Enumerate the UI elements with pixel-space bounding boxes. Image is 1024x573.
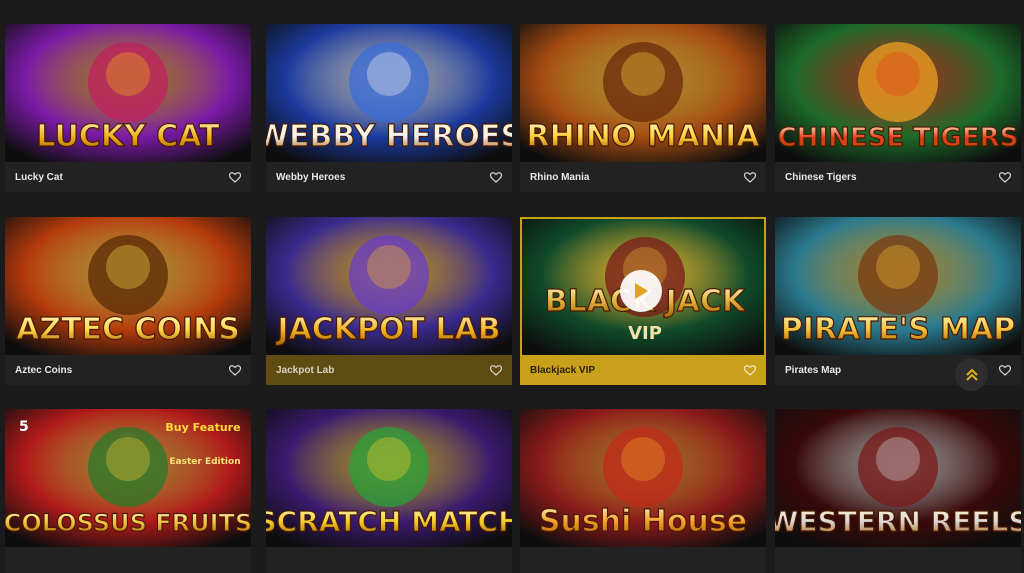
game-caption: Chinese Tigers — [775, 162, 1021, 192]
game-caption: Webby Heroes — [266, 162, 512, 192]
game-thumbnail[interactable]: WEBBY HEROES — [266, 24, 512, 162]
game-name[interactable]: Pirates Map — [785, 365, 841, 376]
heart-outline-icon[interactable] — [489, 171, 503, 183]
game-caption: Blackjack VIP — [520, 355, 766, 385]
game-thumbnail[interactable]: JACKPOT LAB — [266, 217, 512, 355]
game-title-art: WESTERN REELS — [775, 505, 1021, 538]
game-card[interactable]: Sushi House — [520, 409, 766, 573]
game-artwork: JACKPOT LAB — [266, 217, 512, 355]
game-title-art: PIRATE'S MAP — [781, 312, 1015, 347]
colossus-number-badge: 5 — [19, 419, 29, 435]
game-card[interactable]: PIRATE'S MAP Pirates Map — [775, 217, 1021, 385]
game-title-art: LUCKY CAT — [36, 119, 220, 154]
edition-badge: Easter Edition — [169, 457, 240, 467]
play-button[interactable] — [620, 270, 662, 312]
game-subtitle-art: VIP — [628, 323, 662, 344]
game-thumbnail[interactable]: Sushi House — [520, 409, 766, 547]
game-name[interactable]: Jackpot Lab — [276, 365, 334, 376]
game-artwork: SCRATCH MATCH — [266, 409, 512, 547]
heart-outline-icon[interactable] — [998, 171, 1012, 183]
heart-outline-icon[interactable] — [743, 364, 757, 376]
game-name[interactable]: Lucky Cat — [15, 172, 63, 183]
scroll-to-top-button[interactable] — [955, 358, 988, 391]
game-title-art: WEBBY HEROES — [266, 119, 512, 154]
game-thumbnail[interactable]: SCRATCH MATCH — [266, 409, 512, 547]
game-card[interactable]: LUCKY CAT Lucky Cat — [5, 24, 251, 192]
game-card[interactable]: AZTEC COINS Aztec Coins — [5, 217, 251, 385]
game-card[interactable]: WESTERN REELS — [775, 409, 1021, 573]
game-thumbnail[interactable]: LUCKY CAT — [5, 24, 251, 162]
heart-outline-icon[interactable] — [228, 364, 242, 376]
game-thumbnail[interactable]: AZTEC COINS — [5, 217, 251, 355]
game-card[interactable]: RHINO MANIA Rhino Mania — [520, 24, 766, 192]
game-caption: Jackpot Lab — [266, 355, 512, 385]
game-thumbnail[interactable]: RHINO MANIA — [520, 24, 766, 162]
game-artwork: COLOSSUS FRUITS Buy Feature 5 Easter Editio… — [5, 409, 251, 547]
game-artwork: CHINESE TIGERS — [775, 24, 1021, 162]
game-name[interactable]: Blackjack VIP — [530, 365, 595, 376]
game-title-art: CHINESE TIGERS — [778, 123, 1019, 153]
game-caption: Lucky Cat — [5, 162, 251, 192]
game-title-art: COLOSSUS FRUITS — [5, 509, 251, 537]
game-artwork: LUCKY CAT — [5, 24, 251, 162]
game-title-art: AZTEC COINS — [16, 312, 240, 347]
game-title-art: SCRATCH MATCH — [266, 505, 512, 538]
game-artwork: Sushi House — [520, 409, 766, 547]
game-thumbnail[interactable]: CHINESE TIGERS — [775, 24, 1021, 162]
heart-outline-icon[interactable] — [489, 364, 503, 376]
game-name[interactable]: Webby Heroes — [276, 172, 345, 183]
game-title-art: JACKPOT LAB — [275, 312, 500, 347]
game-artwork: WESTERN REELS — [775, 409, 1021, 547]
game-name[interactable]: Rhino Mania — [530, 172, 589, 183]
game-subtitle-art: Buy Feature — [165, 421, 240, 434]
double-chevron-up-icon — [965, 368, 978, 381]
game-grid: LUCKY CAT Lucky Cat WEBBY HEROES Webby Hero… — [0, 0, 1024, 573]
game-card[interactable]: SCRATCH MATCH — [266, 409, 512, 573]
game-card[interactable]: CHINESE TIGERS Chinese Tigers — [775, 24, 1021, 192]
heart-outline-icon[interactable] — [998, 364, 1012, 376]
game-caption: Rhino Mania — [520, 162, 766, 192]
game-title-art: Sushi House — [539, 504, 747, 539]
game-name[interactable]: Aztec Coins — [15, 365, 72, 376]
heart-outline-icon[interactable] — [228, 171, 242, 183]
game-title-art: RHINO MANIA — [527, 119, 761, 154]
game-caption: Aztec Coins — [5, 355, 251, 385]
game-name[interactable]: Chinese Tigers — [785, 172, 857, 183]
game-card[interactable]: WEBBY HEROES Webby Heroes — [266, 24, 512, 192]
game-artwork: PIRATE'S MAP — [775, 217, 1021, 355]
game-thumbnail[interactable]: WESTERN REELS — [775, 409, 1021, 547]
game-thumbnail[interactable]: PIRATE'S MAP — [775, 217, 1021, 355]
game-artwork: RHINO MANIA — [520, 24, 766, 162]
top-spacer — [0, 0, 1024, 10]
heart-outline-icon[interactable] — [743, 171, 757, 183]
game-card[interactable]: COLOSSUS FRUITS Buy Feature 5 Easter Editio… — [5, 409, 251, 573]
game-artwork: WEBBY HEROES — [266, 24, 512, 162]
game-artwork: AZTEC COINS — [5, 217, 251, 355]
game-thumbnail[interactable]: COLOSSUS FRUITS Buy Feature 5 Easter Editio… — [5, 409, 251, 547]
game-card[interactable]: JACKPOT LAB Jackpot Lab — [266, 217, 512, 385]
play-icon — [635, 283, 648, 299]
